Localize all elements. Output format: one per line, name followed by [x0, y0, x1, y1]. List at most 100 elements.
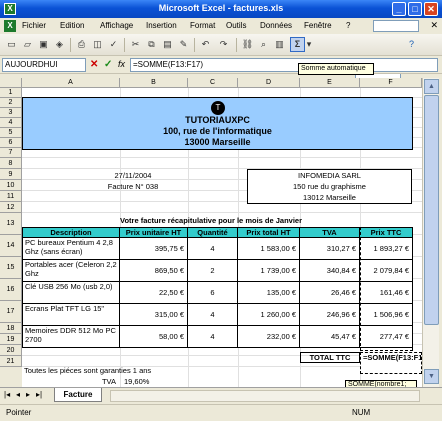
invoice-date[interactable]: 27/11/2004 [78, 171, 188, 180]
menu-donnees[interactable]: Données [260, 21, 292, 30]
cell-total-ht[interactable]: 135,00 € [238, 282, 300, 304]
row-header[interactable]: 12 [0, 202, 22, 213]
column-header-b[interactable]: B [120, 78, 188, 88]
enter-icon[interactable]: ✓ [104, 59, 112, 70]
cancel-icon[interactable]: ✕ [90, 59, 98, 70]
undo-icon[interactable]: ↶ [198, 37, 213, 52]
open-icon[interactable]: ▱ [20, 37, 35, 52]
menu-affichage[interactable]: Affichage [100, 21, 133, 30]
cell-quantity[interactable]: 4 [188, 326, 238, 348]
cell-unit-price[interactable]: 22,50 € [120, 282, 188, 304]
print-icon[interactable]: ⎙ [74, 37, 89, 52]
header-total-ht[interactable]: Prix total HT [238, 227, 300, 238]
cell-quantity[interactable]: 4 [188, 238, 238, 260]
menu-help[interactable]: ? [346, 21, 350, 30]
new-icon[interactable]: ▭ [4, 37, 19, 52]
horizontal-scrollbar[interactable] [110, 390, 420, 402]
scroll-thumb[interactable] [424, 95, 439, 325]
row-header[interactable]: 15 [0, 257, 22, 279]
row-header[interactable]: 13 [0, 213, 22, 235]
client-name[interactable]: INFOMEDIA SARL [248, 171, 411, 180]
row-header[interactable]: 21 [0, 356, 22, 367]
prev-sheet-icon[interactable]: ◂ [16, 390, 20, 399]
insert-function-icon[interactable]: fx [118, 59, 125, 69]
active-cell-f18[interactable]: =SOMME(F13:F17) [360, 352, 422, 374]
invoice-number[interactable]: Facture N° 038 [78, 182, 188, 191]
menu-fenetre[interactable]: Fenêtre [304, 21, 332, 30]
menu-format[interactable]: Format [190, 21, 215, 30]
column-header-e[interactable]: E [300, 78, 360, 88]
worksheet[interactable]: T TUTORIAUXPC 100, rue de l'informatique… [22, 88, 422, 387]
row-header[interactable]: 14 [0, 235, 22, 257]
scroll-up-icon[interactable]: ▲ [424, 79, 439, 94]
cell-tva[interactable]: 246,96 € [300, 304, 360, 326]
header-tva[interactable]: TVA [300, 227, 360, 238]
scroll-down-icon[interactable]: ▼ [424, 369, 439, 384]
recap-text[interactable]: Votre facture récapitulative pour le moi… [120, 216, 302, 225]
cell-description[interactable]: Ecrans Plat TFT LG 15" [22, 304, 120, 326]
cell-tva[interactable]: 45,47 € [300, 326, 360, 348]
row-header[interactable]: 8 [0, 158, 22, 169]
research-icon[interactable]: ⌕ [256, 37, 271, 52]
select-all-corner[interactable] [0, 78, 22, 88]
help-search-input[interactable] [373, 20, 419, 32]
cell-tva[interactable]: 310,27 € [300, 238, 360, 260]
maximize-button[interactable]: □ [408, 2, 422, 16]
cell-total-ht[interactable]: 1 260,00 € [238, 304, 300, 326]
cell-total-ht[interactable]: 1 739,00 € [238, 260, 300, 282]
menu-edition[interactable]: Edition [60, 21, 84, 30]
row-header[interactable]: 3 [0, 108, 22, 118]
menu-insertion[interactable]: Insertion [146, 21, 177, 30]
last-sheet-icon[interactable]: ▸| [36, 390, 42, 399]
row-header[interactable]: 2 [0, 98, 22, 108]
tva-value[interactable]: 19,60% [124, 377, 149, 386]
cell-unit-price[interactable]: 395,75 € [120, 238, 188, 260]
chart-icon[interactable]: ▥ [272, 37, 287, 52]
formula-input[interactable]: =SOMME(F13:F17) [130, 58, 438, 72]
column-header-f[interactable]: F [360, 78, 422, 88]
row-header[interactable]: 20 [0, 345, 22, 356]
menu-outils[interactable]: Outils [226, 21, 246, 30]
column-header-c[interactable]: C [188, 78, 238, 88]
client-street[interactable]: 150 rue du graphisme [248, 182, 411, 191]
total-formula[interactable]: =SOMME(F13:F17) [363, 353, 422, 363]
row-header[interactable]: 18 [0, 323, 22, 334]
cell-description[interactable]: Portables acer (Celeron 2,2 Ghz [22, 260, 120, 282]
tva-label[interactable]: TVA [22, 377, 116, 386]
column-header-d[interactable]: D [238, 78, 300, 88]
permission-icon[interactable]: ◈ [52, 37, 67, 52]
row-header[interactable]: 1 [0, 88, 22, 98]
close-button[interactable]: ✕ [424, 2, 438, 16]
cell-unit-price[interactable]: 869,50 € [120, 260, 188, 282]
row-header[interactable]: 16 [0, 279, 22, 301]
cell-description[interactable]: PC bureaux Pentium 4 2,8 Ghz (sans écran… [22, 238, 120, 260]
hyperlink-icon[interactable]: ⛓ [240, 37, 255, 52]
total-label[interactable]: TOTAL TTC [300, 352, 360, 363]
row-header[interactable]: 4 [0, 118, 22, 128]
row-header[interactable]: 17 [0, 301, 22, 323]
cell-unit-price[interactable]: 315,00 € [120, 304, 188, 326]
cell-quantity[interactable]: 4 [188, 304, 238, 326]
paste-icon[interactable]: ▤ [160, 37, 175, 52]
cell-quantity[interactable]: 2 [188, 260, 238, 282]
workbook-icon[interactable]: X [4, 20, 16, 32]
minimize-button[interactable]: _ [392, 2, 406, 16]
row-header[interactable]: 19 [0, 334, 22, 345]
column-header-a[interactable]: A [22, 78, 120, 88]
cell-unit-price[interactable]: 58,00 € [120, 326, 188, 348]
format-painter-icon[interactable]: ✎ [176, 37, 191, 52]
vertical-scrollbar[interactable]: ▲ ▼ [422, 78, 439, 387]
spelling-icon[interactable]: ✓ [106, 37, 121, 52]
cell-total-ht[interactable]: 232,00 € [238, 326, 300, 348]
menu-fichier[interactable]: Fichier [22, 21, 46, 30]
row-header[interactable]: 5 [0, 128, 22, 138]
cell-description[interactable]: Clé USB 256 Mo (usb 2,0) [22, 282, 120, 304]
header-quantity[interactable]: Quantité [188, 227, 238, 238]
cut-icon[interactable]: ✂ [128, 37, 143, 52]
redo-icon[interactable]: ↷ [216, 37, 231, 52]
name-box[interactable]: AUJOURDHUI [2, 58, 86, 72]
preview-icon[interactable]: ◫ [90, 37, 105, 52]
header-unit-price[interactable]: Prix unitaire HT [120, 227, 188, 238]
copy-icon[interactable]: ⧉ [144, 37, 159, 52]
header-description[interactable]: Description [22, 227, 120, 238]
